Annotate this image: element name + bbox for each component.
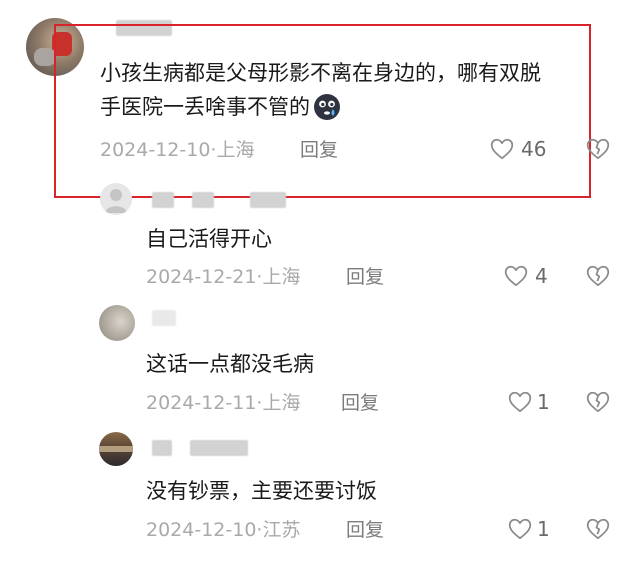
like-count: 1 — [537, 390, 550, 414]
username-redacted[interactable] — [192, 192, 214, 208]
heart-outline-icon — [503, 263, 529, 289]
like-button[interactable]: 46 — [489, 136, 546, 162]
comment-text: 小孩生病都是父母形影不离在身边的，哪有双脱 手医院一丢啥事不管的 — [100, 56, 600, 124]
comment-date: 2024-12-11 — [146, 392, 257, 414]
like-button[interactable]: 1 — [507, 389, 550, 415]
like-count: 4 — [535, 264, 548, 288]
reply-button[interactable]: 回复 — [346, 518, 384, 542]
broken-heart-icon — [585, 516, 611, 542]
username-redacted[interactable] — [250, 192, 286, 208]
dislike-button[interactable] — [585, 263, 611, 289]
broken-heart-icon — [585, 136, 611, 162]
username-redacted[interactable] — [190, 440, 248, 456]
comment-date: 2024-12-10 — [100, 139, 211, 161]
comment-meta: 2024-12-11·上海 — [146, 392, 301, 414]
broken-heart-icon — [585, 263, 611, 289]
crying-face-emoji-icon — [313, 93, 341, 121]
username-redacted[interactable] — [152, 192, 174, 208]
comment-location: 江苏 — [262, 519, 301, 541]
comment-text: 这话一点都没毛病 — [146, 352, 314, 376]
comment-date: 2024-12-21 — [146, 266, 257, 288]
broken-heart-icon — [585, 389, 611, 415]
username-redacted[interactable] — [152, 310, 176, 326]
comment-location: 上海 — [216, 139, 255, 161]
like-button[interactable]: 1 — [507, 516, 550, 542]
comment-location: 上海 — [262, 266, 301, 288]
avatar[interactable] — [100, 183, 132, 215]
avatar[interactable] — [99, 305, 135, 341]
comment-text: 没有钞票，主要还要讨饭 — [146, 479, 377, 503]
like-count: 46 — [521, 137, 547, 161]
comment-text-line-2: 手医院一丢啥事不管的 — [100, 95, 310, 119]
heart-outline-icon — [489, 136, 515, 162]
like-button[interactable]: 4 — [503, 263, 548, 289]
heart-outline-icon — [507, 389, 533, 415]
comment-meta: 2024-12-21·上海 — [146, 266, 301, 288]
comment-text: 自己活得开心 — [146, 227, 272, 251]
reply-button[interactable]: 回复 — [341, 391, 379, 415]
dislike-button[interactable] — [585, 389, 611, 415]
dislike-button[interactable] — [585, 516, 611, 542]
username-redacted[interactable] — [152, 440, 172, 456]
comment-location: 上海 — [262, 392, 301, 414]
comment-text-line-1: 小孩生病都是父母形影不离在身边的，哪有双脱 — [100, 61, 541, 85]
avatar[interactable] — [99, 432, 133, 466]
reply-button[interactable]: 回复 — [346, 265, 384, 289]
like-count: 1 — [537, 517, 550, 541]
dislike-button[interactable] — [585, 136, 611, 162]
reply-button[interactable]: 回复 — [300, 138, 338, 162]
comment-date: 2024-12-10 — [146, 519, 257, 541]
heart-outline-icon — [507, 516, 533, 542]
comment-meta: 2024-12-10·江苏 — [146, 519, 301, 541]
comment-meta: 2024-12-10·上海 — [100, 139, 255, 161]
